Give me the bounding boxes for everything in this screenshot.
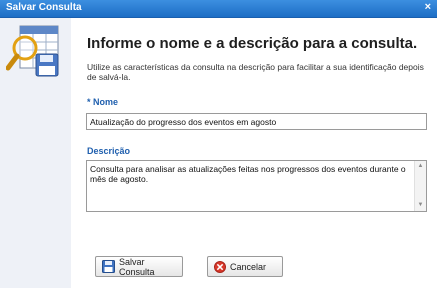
- description-label: Descrição: [87, 146, 131, 156]
- dialog-titlebar[interactable]: Salvar Consulta ×: [0, 0, 437, 18]
- save-query-button[interactable]: Salvar Consulta: [95, 256, 183, 277]
- description-textarea[interactable]: Consulta para analisar as atualizações f…: [86, 160, 427, 212]
- save-query-dialog: Salvar Consulta × Informe o nome e a des…: [0, 0, 437, 288]
- cancel-icon: [214, 260, 226, 273]
- scroll-up-arrow-icon[interactable]: ▲: [415, 162, 426, 171]
- save-query-label: Salvar Consulta: [119, 256, 155, 277]
- dialog-title: Salvar Consulta: [6, 2, 82, 13]
- dialog-side-panel: [0, 18, 71, 288]
- description-text[interactable]: Consulta para analisar as atualizações f…: [90, 164, 410, 184]
- dialog-instructions: Utilize as características da consulta n…: [87, 62, 424, 82]
- dialog-heading: Informe o nome e a descrição para a cons…: [87, 35, 418, 52]
- description-scrollbar[interactable]: ▲ ▼: [414, 161, 426, 211]
- cancel-button[interactable]: Cancelar: [207, 256, 283, 277]
- save-query-icon: [6, 25, 59, 77]
- scroll-down-arrow-icon[interactable]: ▼: [415, 201, 426, 210]
- name-input[interactable]: [86, 113, 427, 130]
- close-icon[interactable]: ×: [425, 1, 431, 13]
- cancel-label: Cancelar: [230, 261, 267, 272]
- floppy-disk-icon: [102, 260, 115, 273]
- name-label: * Nome: [87, 97, 119, 107]
